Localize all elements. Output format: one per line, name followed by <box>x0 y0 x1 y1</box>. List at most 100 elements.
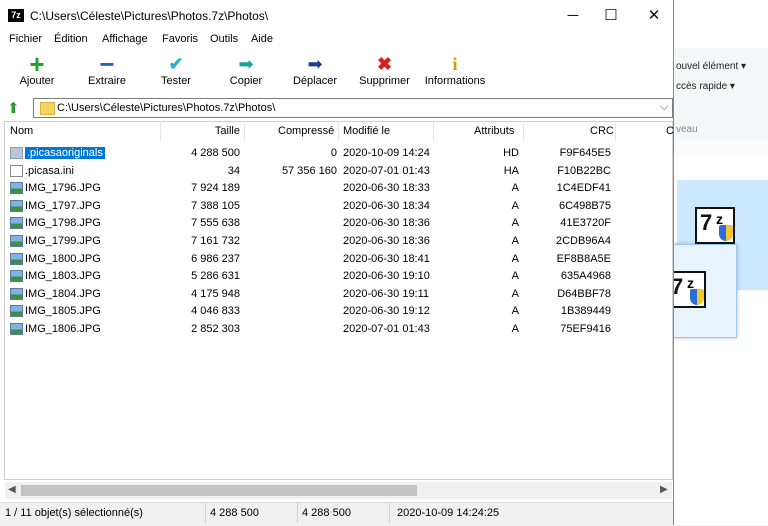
menu-fichier[interactable]: Fichier <box>9 33 42 45</box>
file-name: IMG_1798.JPG <box>25 217 101 230</box>
menu-outils[interactable]: Outils <box>210 33 238 45</box>
file-row[interactable]: IMG_1797.JPG 7 388 105 2020-06-30 18:34 A 6C… <box>5 198 672 215</box>
info-button[interactable]: i Informations <box>422 53 488 87</box>
column-header-size[interactable]: Taille <box>212 125 240 137</box>
file-attributes: A <box>511 305 519 318</box>
menu-edition[interactable]: Édition <box>54 33 88 45</box>
image-file-icon <box>10 199 23 212</box>
close-button[interactable]: ✕ <box>631 0 677 31</box>
copy-label: Copier <box>229 75 263 87</box>
file-name: .picasa.ini <box>25 164 74 177</box>
menu-favoris[interactable]: Favoris <box>162 33 198 45</box>
file-attributes: A <box>511 217 519 230</box>
file-name: .picasaoriginals <box>25 147 105 159</box>
file-row[interactable]: IMG_1800.JPG 6 986 237 2020-06-30 18:41 A EF… <box>5 251 672 268</box>
chevron-down-icon[interactable]: ⌵ <box>660 101 668 114</box>
file-modified: 2020-06-30 18:33 <box>343 182 430 195</box>
file-size: 5 286 631 <box>191 270 240 283</box>
info-icon: i <box>452 54 458 74</box>
file-row[interactable]: IMG_1799.JPG 7 161 732 2020-06-30 18:36 A 2C… <box>5 233 672 250</box>
menu-affichage[interactable]: Affichage <box>102 33 148 45</box>
file-size: 4 046 833 <box>191 305 240 318</box>
image-file-icon <box>10 252 23 265</box>
copy-button[interactable]: ➡ Copier <box>226 53 266 87</box>
folder-icon <box>40 102 55 115</box>
column-divider[interactable] <box>244 121 245 141</box>
menu-aide[interactable]: Aide <box>251 33 273 45</box>
move-button[interactable]: ➡ Déplacer <box>290 53 340 87</box>
checkmark-icon: ✔ <box>168 54 184 74</box>
test-label: Tester <box>161 75 191 87</box>
file-size: 6 986 237 <box>191 252 240 265</box>
7zip-logo-glyph: 7 <box>700 210 713 235</box>
info-label: Informations <box>424 75 486 87</box>
up-folder-icon[interactable]: ⬆ <box>7 101 23 117</box>
file-crc: 1C4EDF41 <box>556 182 611 195</box>
column-divider[interactable] <box>433 121 434 141</box>
file-name: IMG_1800.JPG <box>25 252 101 265</box>
file-name: IMG_1804.JPG <box>25 287 101 300</box>
file-attributes: A <box>511 235 519 247</box>
status-selection: 1 / 11 objet(s) sélectionné(s) <box>5 507 143 519</box>
column-divider[interactable] <box>615 121 616 141</box>
image-file-icon <box>10 270 23 283</box>
file-name: IMG_1806.JPG <box>25 323 101 335</box>
column-divider[interactable] <box>160 121 161 141</box>
scroll-right-arrow-icon[interactable]: ▶ <box>660 484 668 495</box>
uac-shield-icon <box>690 289 704 305</box>
add-button[interactable]: + Ajouter <box>14 51 60 87</box>
file-modified: 2020-07-01 01:43 <box>343 164 430 177</box>
file-modified: 2020-07-01 01:43 <box>343 323 430 335</box>
file-crc: EF8B8A5E <box>556 252 611 265</box>
file-row[interactable]: IMG_1805.JPG 4 046 833 2020-06-30 19:12 A 1B… <box>5 303 672 320</box>
column-divider[interactable] <box>523 121 524 141</box>
file-modified: 2020-10-09 14:24 <box>343 147 430 159</box>
file-attributes: HA <box>503 164 519 177</box>
file-row[interactable]: .picasa.ini 34 57 356 160 2020-07-01 01:43 H… <box>5 163 672 180</box>
image-file-icon <box>10 182 23 195</box>
column-header-name[interactable]: Nom <box>10 125 33 137</box>
column-header-crc[interactable]: CRC <box>590 125 614 137</box>
test-button[interactable]: ✔ Tester <box>156 53 196 87</box>
column-header-comment[interactable]: C <box>666 125 674 137</box>
file-name: IMG_1799.JPG <box>25 235 101 247</box>
menu-bar <box>0 31 673 50</box>
new-item-button[interactable]: ouvel élément ▾ <box>676 61 746 72</box>
image-file-icon <box>10 323 23 335</box>
file-row[interactable]: IMG_1796.JPG 7 924 189 2020-06-30 18:33 A 1C… <box>5 180 672 197</box>
status-divider <box>205 503 206 523</box>
file-attributes: A <box>511 287 519 300</box>
file-crc: D64BBF78 <box>557 287 611 300</box>
file-crc: 1B389449 <box>560 305 611 318</box>
delete-x-icon: ✖ <box>376 54 393 74</box>
file-name: IMG_1797.JPG <box>25 199 101 212</box>
column-header-attributes[interactable]: Attributs <box>474 125 514 137</box>
window-title: C:\Users\Céleste\Pictures\Photos.7z\Phot… <box>30 9 269 23</box>
file-row[interactable]: IMG_1798.JPG 7 555 638 2020-06-30 18:36 A 41… <box>5 215 672 232</box>
scroll-left-arrow-icon[interactable]: ◀ <box>8 484 16 495</box>
extract-button[interactable]: − Extraire <box>85 51 129 87</box>
file-row[interactable]: .picasaoriginals 4 288 500 0 2020-10-09 14:… <box>5 145 672 162</box>
image-file-icon <box>10 305 23 318</box>
file-modified: 2020-06-30 19:11 <box>343 287 430 300</box>
file-crc: 6C498B75 <box>559 199 611 212</box>
file-crc: F10B22BC <box>557 164 611 177</box>
status-size: 4 288 500 <box>210 507 259 519</box>
scrollbar-thumb[interactable] <box>21 485 417 496</box>
maximize-button[interactable]: ☐ <box>588 0 634 31</box>
column-divider[interactable] <box>338 121 339 141</box>
copy-arrow-icon: ➡ <box>238 54 254 74</box>
folder-icon <box>10 147 23 159</box>
file-row[interactable]: IMG_1806.JPG 2 852 303 2020-07-01 01:43 A 75… <box>5 321 672 338</box>
quick-access-button[interactable]: ccès rapide ▾ <box>676 81 735 92</box>
delete-button[interactable]: ✖ Supprimer <box>357 53 412 87</box>
column-header-modified[interactable]: Modifié le <box>343 125 390 137</box>
column-header-packed[interactable]: Compressé <box>278 125 334 137</box>
7zip-installer-icon: 7 z <box>695 207 735 244</box>
file-packed-size: 0 <box>330 147 337 159</box>
file-row[interactable]: IMG_1803.JPG 5 286 631 2020-06-30 19:10 A 63… <box>5 268 672 285</box>
file-size: 7 924 189 <box>191 182 240 195</box>
file-row[interactable]: IMG_1804.JPG 4 175 948 2020-06-30 19:11 A D6… <box>5 286 672 303</box>
move-arrow-icon: ➡ <box>307 54 323 74</box>
file-attributes: A <box>511 182 519 195</box>
